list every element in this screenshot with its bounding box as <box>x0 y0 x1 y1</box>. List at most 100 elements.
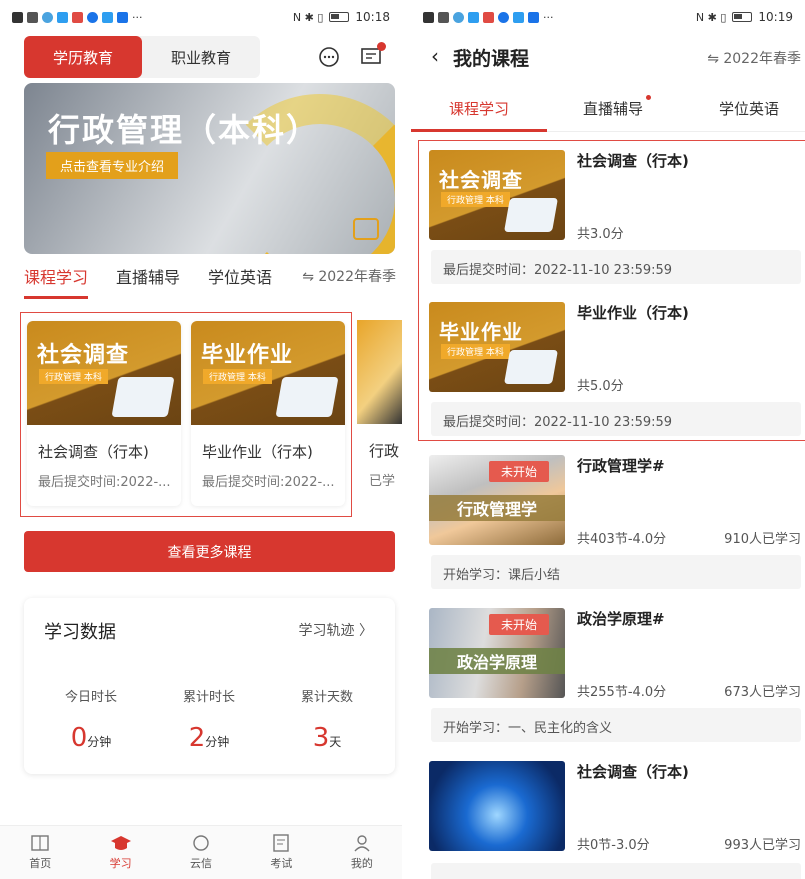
unread-dot <box>377 42 386 51</box>
signal-icon <box>27 11 38 23</box>
chat-icon[interactable] <box>318 46 340 68</box>
nav-study[interactable]: 学习 <box>80 826 160 879</box>
stat-label: 今日时长 <box>64 690 117 705</box>
nav-mine[interactable]: 我的 <box>322 826 402 879</box>
study-track-link[interactable]: 学习轨迹 〉 <box>299 620 373 640</box>
user-icon <box>354 835 370 852</box>
tab-course-study[interactable]: 课程学习 <box>449 98 509 119</box>
more-icon: ··· <box>543 10 554 24</box>
course-deadline: 最后提交时间：2022-11-10 23:59:59 <box>431 250 801 284</box>
thumbnail-title: 社会调查 <box>37 343 130 368</box>
chat-bubble-icon <box>193 835 209 851</box>
learner-count: 993人已学习 <box>724 838 801 853</box>
app-notify-icon <box>483 11 494 23</box>
status-right: N ✱ ▯ 10:19 <box>696 10 793 24</box>
divider <box>402 0 411 879</box>
app-notify-icon <box>513 11 524 23</box>
hd-icon <box>423 11 434 23</box>
thumbnail-title: 毕业作业 <box>201 343 294 368</box>
start-learning[interactable]: 开始学习：课后小结 <box>431 555 801 589</box>
study-data-card: 学习数据 学习轨迹 〉 今日时长 0分钟 累计时长 2分钟 累计天数 3天 <box>24 598 395 774</box>
status-time: 10:19 <box>758 10 793 24</box>
course-card[interactable]: 社会调查 行政管理 本科 社会调查（行本) 最后提交时间:2022-... <box>27 321 181 506</box>
thumbnail-title: 行政管理学 <box>429 495 565 521</box>
nav-home[interactable]: 首页 <box>0 826 80 879</box>
right-screen: ··· N ✱ ▯ 10:19 ‹ 我的课程 ⇋ 2022年春季 课程学习 直播… <box>411 0 805 879</box>
thumbnail-subtitle: 行政管理 本科 <box>39 369 108 384</box>
course-credits: 共403节-4.0分 <box>577 532 667 547</box>
course-thumbnail <box>357 320 402 424</box>
nav-label: 首页 <box>29 857 52 870</box>
tab-degree-english[interactable]: 学位英语 <box>719 98 779 119</box>
course-card[interactable]: 毕业作业 行政管理 本科 毕业作业（行本) 最后提交时间:2022-... <box>191 321 345 506</box>
nav-label: 学习 <box>109 857 132 870</box>
nav-exam[interactable]: 考试 <box>241 826 321 879</box>
page-header: ‹ 我的课程 ⇋ 2022年春季 <box>411 40 805 76</box>
tab-degree-english[interactable]: 学位英语 <box>208 264 272 288</box>
course-name: 政治学原理# <box>577 610 665 628</box>
course-thumbnail: 社会调查 行政管理 本科 <box>429 150 565 240</box>
course-thumbnail: 未开始 政治学原理 <box>429 608 565 698</box>
course-name: 行政 <box>369 442 400 460</box>
signal-icon <box>438 11 449 23</box>
major-intro-button[interactable]: 点击查看专业介绍 <box>46 152 179 179</box>
season-selector[interactable]: ⇋ 2022年春季 <box>302 264 396 286</box>
course-credits: 共3.0分 <box>577 227 624 242</box>
nfc-bluetooth-icon: N ✱ ▯ <box>695 10 727 24</box>
tab-course-study[interactable]: 课程学习 <box>24 264 89 299</box>
status-bar: ··· N ✱ ▯ 10:19 <box>411 0 805 34</box>
nav-label: 我的 <box>350 857 373 870</box>
course-thumbnail: 未开始 行政管理学 <box>429 455 565 545</box>
start-learning[interactable]: 开始学习：一、民主化的含义 <box>431 708 801 742</box>
thumbnail-title: 毕业作业 <box>439 320 523 344</box>
app-notify-icon <box>117 11 128 23</box>
course-tabs: 课程学习 直播辅导 学位英语 ⇋ 2022年春季 <box>24 264 396 300</box>
tab-live-tutoring[interactable]: 直播辅导 <box>583 95 652 119</box>
status-badge: 未开始 <box>489 614 550 635</box>
nav-cloud-message[interactable]: 云信 <box>161 826 241 879</box>
tab-live-tutoring[interactable]: 直播辅导 <box>116 264 180 288</box>
message-icon[interactable] <box>360 42 386 68</box>
page-title: 我的课程 <box>453 48 530 70</box>
active-tab-indicator <box>411 129 547 132</box>
course-thumbnail: 毕业作业 行政管理 本科 <box>191 321 345 425</box>
book-icon <box>31 835 49 851</box>
course-deadline: 已学 <box>369 474 396 489</box>
app-notify-icon <box>102 11 113 23</box>
status-bar: ··· N ✱ ▯ 10:18 <box>0 0 402 34</box>
nfc-bluetooth-icon: N ✱ ▯ <box>292 10 324 24</box>
stat-value: 2 <box>188 723 206 753</box>
season-selector[interactable]: ⇋ 2022年春季 <box>707 48 801 68</box>
course-deadline: 最后提交时间：2022-11-10 23:59:59 <box>431 402 801 436</box>
course-deadline: 最后提交时间:2022-... <box>38 475 171 490</box>
course-card-partial[interactable]: 行政 已学 <box>357 320 402 505</box>
header-icons <box>318 42 386 68</box>
back-icon[interactable]: ‹ <box>431 44 439 68</box>
unread-dot <box>646 95 652 100</box>
stat-label: 累计天数 <box>300 690 353 705</box>
stat-total-days: 累计天数 3天 <box>272 686 382 753</box>
course-thumbnail <box>429 761 565 851</box>
view-more-courses-button[interactable]: 查看更多课程 <box>24 531 395 572</box>
segment-vocational[interactable]: 职业教育 <box>142 36 260 78</box>
course-credits: 共0节-3.0分 <box>577 838 650 853</box>
bottom-nav: 首页 学习 云信 考试 我的 <box>0 825 402 879</box>
course-name: 社会调查（行本) <box>577 763 689 781</box>
thumbnail-title: 社会调查 <box>439 168 523 192</box>
learner-count: 673人已学习 <box>724 685 801 700</box>
app-notify-icon <box>57 11 68 23</box>
stat-unit: 分钟 <box>87 735 112 749</box>
app-notify-icon <box>468 11 479 23</box>
wifi-icon <box>42 11 53 23</box>
left-screen: ··· N ✱ ▯ 10:18 学历教育 职业教育 行政管理（本科） 点击查看专… <box>0 0 402 879</box>
major-banner[interactable]: 行政管理（本科） 点击查看专业介绍 <box>24 83 395 254</box>
stat-value: 3 <box>312 723 330 753</box>
stat-value: 0 <box>70 723 88 753</box>
stat-unit: 分钟 <box>205 735 230 749</box>
course-name: 社会调查（行本) <box>38 443 149 461</box>
segment-academic[interactable]: 学历教育 <box>24 36 142 78</box>
laptop-illustration <box>275 377 339 417</box>
course-name: 毕业作业（行本) <box>202 443 313 461</box>
course-thumbnail: 毕业作业 行政管理 本科 <box>429 302 565 392</box>
banner-title: 行政管理（本科） <box>48 111 321 149</box>
